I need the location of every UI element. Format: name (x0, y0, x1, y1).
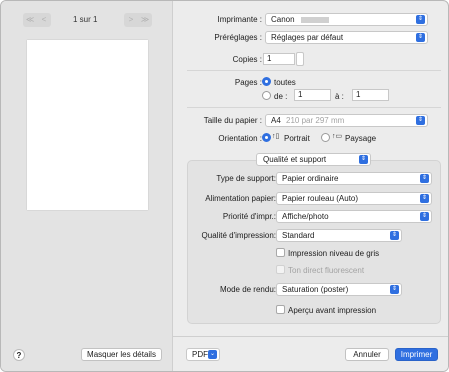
orientation-landscape-label: Paysage (345, 134, 377, 143)
orientation-landscape-radio[interactable] (321, 133, 330, 142)
fluorescent-label: Ton direct fluorescent (288, 266, 365, 275)
pages-from-label: de : (274, 92, 288, 101)
first-page-button[interactable]: ≪ (23, 13, 37, 27)
paper-size-select[interactable]: A4 210 par 297 mm ⇕ (265, 114, 428, 127)
pages-all-label: toutes (274, 78, 296, 87)
grayscale-checkbox[interactable] (276, 248, 285, 257)
paper-source-label: Alimentation papier: (205, 194, 276, 203)
previous-page-button[interactable]: < (37, 13, 51, 27)
pages-to-label: à : (335, 92, 344, 101)
preview-pane: ≪ < 1 sur 1 > ≫ ? Masquer les détails (1, 1, 173, 371)
chevron-updown-icon: ⇕ (390, 231, 399, 240)
page-nav-back-group: ≪ < (23, 13, 51, 27)
paper-size-dimensions: 210 par 297 mm (286, 116, 345, 125)
print-priority-value: Affiche/photo (282, 212, 329, 221)
pdf-menu-button[interactable]: PDF ⌄ (186, 348, 220, 361)
separator (187, 70, 441, 71)
render-mode-value: Saturation (poster) (282, 285, 349, 294)
hide-details-button[interactable]: Masquer les détails (81, 348, 162, 361)
chevron-updown-icon: ⇕ (416, 15, 425, 24)
copies-label: Copies : (232, 55, 262, 64)
orientation-label: Orientation : (218, 134, 262, 143)
render-mode-label: Mode de rendu: (219, 285, 276, 294)
pages-from-field[interactable]: 1 (294, 89, 331, 101)
presets-label: Préréglages : (214, 33, 262, 42)
poster-preview-checkbox[interactable] (276, 305, 285, 314)
chevron-updown-icon: ⇕ (416, 33, 425, 42)
presets-value: Réglages par défaut (271, 33, 344, 42)
print-quality-select[interactable]: Standard ⇕ (276, 229, 402, 242)
print-quality-value: Standard (282, 231, 315, 240)
pages-all-radio[interactable] (262, 77, 271, 86)
chevron-updown-icon: ⇕ (420, 174, 429, 183)
chevron-updown-icon: ⇕ (420, 212, 429, 221)
print-quality-label: Qualité d'impression: (201, 231, 276, 240)
printer-select[interactable]: Canon ⇕ (265, 13, 428, 26)
cancel-button[interactable]: Annuler (345, 348, 389, 361)
copies-field[interactable]: 1 (263, 53, 295, 65)
print-priority-label: Priorité d'impr.: (222, 212, 276, 221)
presets-select[interactable]: Réglages par défaut ⇕ (265, 31, 428, 44)
paper-source-value: Papier rouleau (Auto) (282, 194, 359, 203)
settings-panel: Imprimante : Canon ⇕ Préréglages : Régla… (173, 1, 448, 371)
media-type-select[interactable]: Papier ordinaire ⇕ (276, 172, 432, 185)
paper-size-value: A4 (271, 116, 281, 125)
media-type-value: Papier ordinaire (282, 174, 339, 183)
next-page-button[interactable]: > (124, 13, 138, 27)
paper-size-label: Taille du papier : (203, 116, 262, 125)
render-mode-select[interactable]: Saturation (poster) ⇕ (276, 283, 402, 296)
printer-label: Imprimante : (217, 15, 262, 24)
paper-source-select[interactable]: Papier rouleau (Auto) ⇕ (276, 192, 432, 205)
chevron-updown-icon: ⇕ (416, 116, 425, 125)
section-select-value: Qualité et support (263, 155, 327, 164)
separator (187, 107, 441, 108)
pages-to-field[interactable]: 1 (352, 89, 389, 101)
chevron-updown-icon: ⇕ (390, 285, 399, 294)
last-page-button[interactable]: ≫ (138, 13, 152, 27)
copies-stepper[interactable] (296, 52, 304, 66)
page-nav-forward-group: > ≫ (124, 13, 152, 27)
fluorescent-checkbox[interactable] (276, 265, 285, 274)
grayscale-label: Impression niveau de gris (288, 249, 380, 258)
page-indicator: 1 sur 1 (73, 15, 98, 24)
pdf-label: PDF (192, 350, 208, 359)
chevron-updown-icon: ⇕ (420, 194, 429, 203)
media-type-label: Type de support: (216, 174, 276, 183)
section-select[interactable]: Qualité et support ⇕ (256, 153, 371, 166)
chevron-updown-icon: ⇕ (359, 155, 368, 164)
orientation-portrait-label: Portrait (284, 134, 310, 143)
orientation-portrait-radio[interactable] (262, 133, 271, 142)
printer-name-redacted (300, 16, 329, 23)
print-dialog: ≪ < 1 sur 1 > ≫ ? Masquer les détails Impr… (0, 0, 449, 372)
portrait-icon: ↑▯ (272, 133, 280, 140)
help-button[interactable]: ? (13, 349, 25, 361)
pages-range-radio[interactable] (262, 91, 271, 100)
print-priority-select[interactable]: Affiche/photo ⇕ (276, 210, 432, 223)
chevron-down-icon: ⌄ (208, 350, 217, 359)
page-preview (27, 40, 148, 210)
printer-value: Canon (271, 15, 295, 24)
poster-preview-label: Aperçu avant impression (288, 306, 377, 315)
landscape-icon: ↑▭ (332, 133, 343, 140)
print-button[interactable]: Imprimer (395, 348, 438, 361)
pages-label: Pages : (234, 78, 262, 87)
